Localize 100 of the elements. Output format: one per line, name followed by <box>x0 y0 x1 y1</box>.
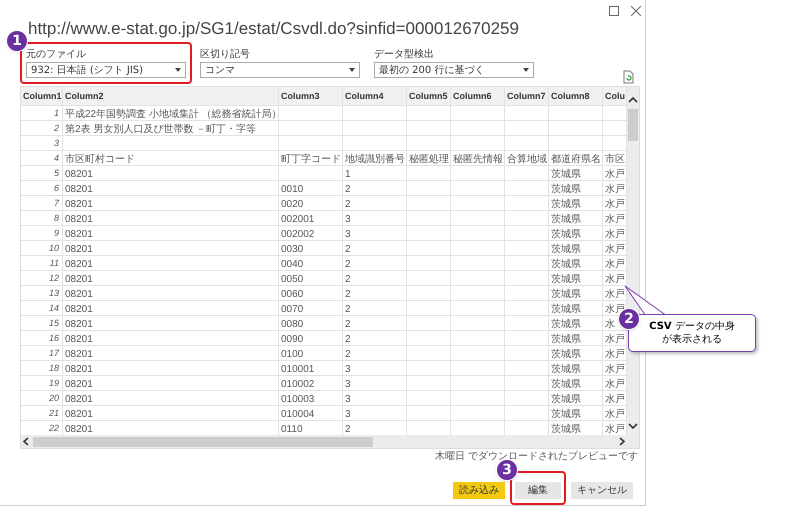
table-cell: 茨城県 <box>551 214 581 225</box>
table-cell: 0090 <box>281 334 304 345</box>
table-cell: 08201 <box>65 364 93 375</box>
table-cell: 2 <box>345 289 351 300</box>
table-cell: 茨城県 <box>551 424 581 435</box>
table-cell: 08201 <box>65 244 93 255</box>
table-cell: 2 <box>345 304 351 315</box>
scrollbar-thumb[interactable] <box>33 436 373 446</box>
table-cell: 水 <box>605 319 615 330</box>
table-cell: 3 <box>345 394 351 405</box>
table-cell: 第2表 男女別人口及び世帯数 －町丁・字等 <box>65 124 256 135</box>
table-cell: 010003 <box>281 394 314 405</box>
table-cell: 08201 <box>65 349 93 360</box>
scrollbar-thumb[interactable] <box>628 109 638 141</box>
table-cell: 水戸 <box>605 304 625 315</box>
dropdown[interactable]: コンマ <box>200 62 360 78</box>
table-cell: 2 <box>345 424 351 435</box>
dialog-button[interactable]: 読み込み <box>453 482 505 499</box>
table-cell: 茨城県 <box>551 334 581 345</box>
table-cell: 水戸 <box>605 169 625 180</box>
column-header[interactable]: Column3 <box>279 87 343 105</box>
table-cell: 2 <box>345 259 351 270</box>
row-number: 4 <box>21 151 63 165</box>
table-cell: 3 <box>345 229 351 240</box>
table-cell: 010001 <box>281 364 314 375</box>
table-cell: 002002 <box>281 229 314 240</box>
column-header[interactable]: Column5 <box>407 87 451 105</box>
table-cell: 茨城県 <box>551 229 581 240</box>
table-cell: 0110 <box>281 424 303 435</box>
table-cell: 08201 <box>65 319 93 330</box>
table-cell: 3 <box>345 409 351 420</box>
option-label: 元のファイル <box>26 48 87 62</box>
table-cell: 0040 <box>281 259 304 270</box>
row-number: 13 <box>21 286 63 300</box>
dropdown[interactable]: 932: 日本語 (シフト JIS) <box>26 62 186 78</box>
callout-text: が表示される <box>662 333 722 346</box>
column-header[interactable]: Column2 <box>63 87 279 105</box>
table-cell: 水戸 <box>605 274 625 285</box>
table-cell: 08201 <box>65 259 93 270</box>
window-title: http://www.e-stat.go.jp/SG1/estat/Csvdl.do?sinfid=000012670259 <box>28 18 520 40</box>
table-cell: 地域識別番号 <box>345 154 405 165</box>
table-cell: 08201 <box>65 199 93 210</box>
table-cell: 3 <box>345 364 351 375</box>
dropdown[interactable]: 最初の 200 行に基づく <box>374 62 534 78</box>
row-number: 10 <box>21 241 63 255</box>
table-cell: 水戸 <box>605 349 625 360</box>
table-cell: 08201 <box>65 274 93 285</box>
table-cell: 2 <box>345 334 351 345</box>
close-icon[interactable] <box>631 6 641 16</box>
table-cell: 市区 <box>605 154 625 165</box>
column-header[interactable]: Column6 <box>451 87 505 105</box>
table-cell: 08201 <box>65 424 93 435</box>
table-cell: 町丁字コード <box>281 154 341 165</box>
row-number: 21 <box>21 406 63 420</box>
row-number: 9 <box>21 226 63 240</box>
table-cell: 市区町村コード <box>65 154 135 165</box>
table-cell: 水戸 <box>605 394 625 405</box>
caret-icon <box>175 68 181 72</box>
row-number: 18 <box>21 361 63 375</box>
table-cell: 2 <box>345 184 351 195</box>
table-cell: 08201 <box>65 409 93 420</box>
table-cell: 08201 <box>65 184 93 195</box>
row-number: 6 <box>21 181 63 195</box>
table-cell: 茨城県 <box>551 184 581 195</box>
table-cell: 茨城県 <box>551 304 581 315</box>
caret-icon <box>523 68 529 72</box>
maximize-icon[interactable] <box>609 6 619 16</box>
row-number: 12 <box>21 271 63 285</box>
table-cell: 08201 <box>65 304 93 315</box>
table-cell: 1 <box>345 169 351 180</box>
dialog-button[interactable]: キャンセル <box>571 482 633 499</box>
table-cell: 08201 <box>65 169 93 180</box>
table-cell: 茨城県 <box>551 379 581 390</box>
table-cell: 0070 <box>281 304 304 315</box>
table-cell: 水戸 <box>605 289 625 300</box>
table-cell: 2 <box>345 274 351 285</box>
table-cell: 茨城県 <box>551 364 581 375</box>
table-cell: 茨城県 <box>551 259 581 270</box>
column-header[interactable]: Column7 <box>505 87 549 105</box>
option-label: 区切り記号 <box>200 48 251 62</box>
table-cell: 平成22年国勢調査 小地域集計 （総務省統計局） <box>65 109 282 120</box>
table-cell: 3 <box>345 379 351 390</box>
table-cell: 002001 <box>281 214 314 225</box>
table-cell: 2 <box>345 244 351 255</box>
table-cell: 茨城県 <box>551 199 581 210</box>
table-cell: 秘匿処理 <box>409 154 449 165</box>
table-cell: 水戸 <box>605 424 625 435</box>
column-header[interactable]: Column1 <box>21 87 63 105</box>
dialog-button[interactable]: 編集 <box>515 482 561 499</box>
row-number: 1 <box>21 106 63 120</box>
column-header[interactable]: Column4 <box>343 87 407 105</box>
table-cell: 合算地域 <box>507 154 547 165</box>
option-label: データ型検出 <box>374 48 435 62</box>
horizontal-scrollbar[interactable] <box>21 435 627 448</box>
table-cell: 水戸 <box>605 214 625 225</box>
row-number: 2 <box>21 121 63 135</box>
column-header[interactable]: Column8 <box>549 87 603 105</box>
caret-icon <box>349 68 355 72</box>
table-cell: 茨城県 <box>551 244 581 255</box>
refresh-icon[interactable] <box>623 70 635 84</box>
